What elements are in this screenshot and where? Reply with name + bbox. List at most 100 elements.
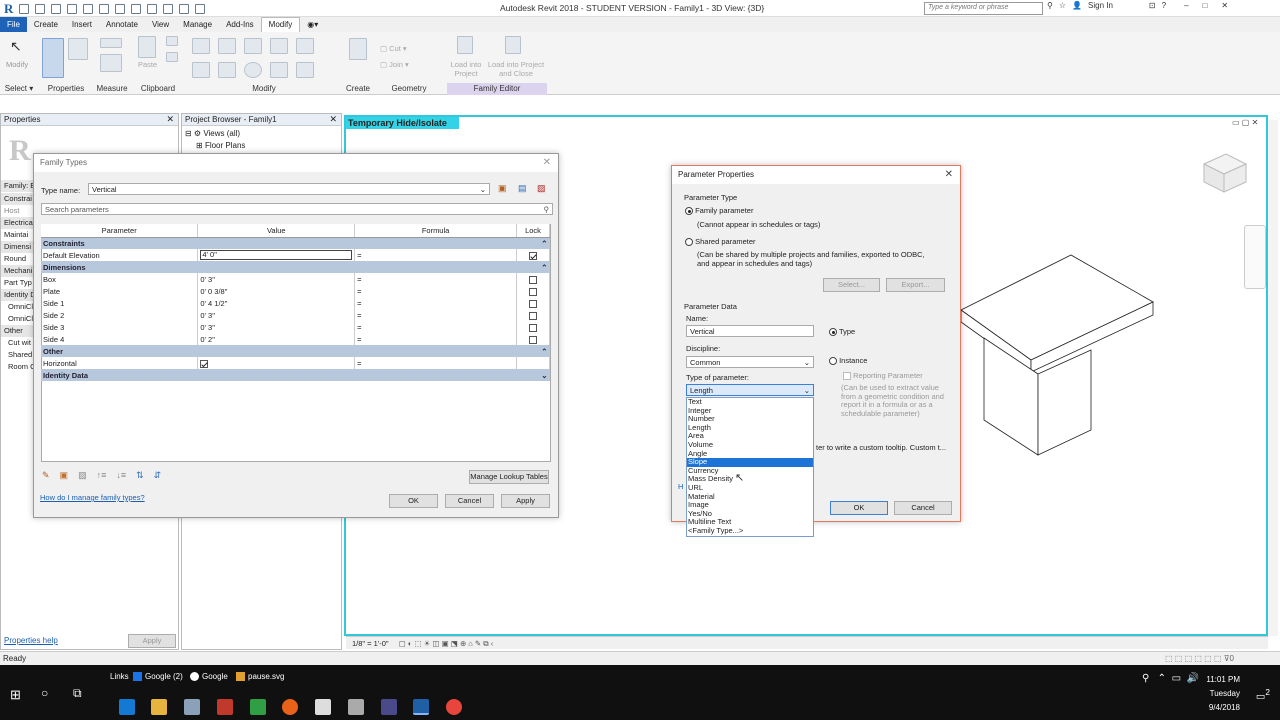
revit-taskbar-icon[interactable]	[413, 699, 429, 715]
lock-checkbox[interactable]	[528, 299, 537, 308]
tab-create[interactable]: Create	[27, 20, 65, 29]
create-similar-icon[interactable]	[349, 38, 367, 60]
family-parameter-radio[interactable]: Family parameter	[685, 206, 753, 216]
reporting-parameter-checkbox[interactable]: Reporting Parameter	[843, 371, 923, 381]
properties-icon[interactable]	[42, 38, 64, 78]
rotate-icon[interactable]	[244, 62, 262, 78]
parameter-properties-close-icon[interactable]: ✕	[945, 169, 953, 180]
lock-checkbox[interactable]	[528, 335, 537, 344]
discipline-select[interactable]: Common ⌄	[686, 356, 814, 368]
taskbar-pause-svg[interactable]: pause.svg	[236, 665, 284, 687]
section-icon[interactable]	[163, 3, 174, 14]
undo-icon[interactable]	[51, 3, 62, 14]
view-control-icons[interactable]: ▢ ◐ ⬚ ☀ ◫ ▣ ⬔ ⊕ ⌂ ✎ ⧉ ‹	[399, 639, 494, 648]
mirror-axis-icon[interactable]	[270, 38, 288, 54]
align-icon[interactable]	[192, 38, 210, 54]
select-group-label[interactable]: Select ▾	[0, 84, 38, 93]
drive-icon[interactable]	[250, 699, 266, 715]
navigation-bar[interactable]	[1244, 225, 1266, 289]
copy-icon[interactable]	[166, 52, 178, 62]
tab-manage[interactable]: Manage	[176, 20, 219, 29]
tree-item-floor-plans[interactable]: ⊞ Floor Plans	[196, 141, 245, 150]
col-formula[interactable]: Formula	[354, 224, 517, 238]
explorer-icon[interactable]	[151, 699, 167, 715]
paste-icon[interactable]	[138, 36, 156, 58]
group-row-identity-data[interactable]: Identity Data ⌄	[41, 369, 550, 381]
tab-add-ins[interactable]: Add-Ins	[219, 20, 261, 29]
star-icon[interactable]: ☆	[1059, 1, 1066, 10]
tree-item-views[interactable]: ⊟ ⚙ Views (all)	[185, 129, 240, 138]
project-browser-close-icon[interactable]: ✕	[329, 114, 337, 125]
notifications-icon[interactable]: ▭2	[1256, 687, 1270, 702]
start-icon[interactable]: ⊞	[10, 687, 21, 703]
edit-parameter-icon[interactable]: ✎	[42, 470, 50, 481]
select-button[interactable]: Select...	[823, 278, 880, 292]
tab-insert[interactable]: Insert	[65, 20, 99, 29]
clock[interactable]: 11:01 PM Tuesday 9/4/2018	[1206, 673, 1240, 715]
cart-icon[interactable]: ⊡	[1149, 1, 1156, 10]
instance-radio[interactable]: Instance	[829, 356, 867, 366]
col-value[interactable]: Value	[197, 224, 356, 238]
move-up-icon[interactable]: ↑≡	[97, 470, 107, 481]
tab-options-icon[interactable]: ◉▾	[300, 20, 325, 29]
store-icon[interactable]	[184, 699, 200, 715]
taskbar-google-2[interactable]: Google (2)	[133, 665, 183, 687]
mail-icon[interactable]	[315, 699, 331, 715]
tab-annotate[interactable]: Annotate	[99, 20, 145, 29]
option-mass-density[interactable]: Mass Density	[687, 475, 813, 484]
view-window-controls[interactable]: ▭ ▢ ✕	[1232, 118, 1258, 127]
measure-icon[interactable]	[100, 38, 122, 48]
tab-modify[interactable]: Modify	[260, 17, 301, 32]
minimize-icon[interactable]: –	[1184, 1, 1188, 10]
type-name-select[interactable]: Vertical ⌄	[88, 183, 490, 195]
manage-lookup-tables-button[interactable]: Manage Lookup Tables	[469, 470, 549, 484]
type-properties-icon[interactable]	[68, 38, 88, 60]
shared-parameter-radio[interactable]: Shared parameter	[685, 237, 756, 247]
thin-lines-icon[interactable]	[179, 3, 190, 14]
sort-descending-icon[interactable]: ⇵	[154, 470, 162, 481]
redo-icon[interactable]	[67, 3, 78, 14]
move-icon[interactable]	[192, 62, 210, 78]
text-icon[interactable]	[131, 3, 142, 14]
binoculars-icon[interactable]: ⚲	[1047, 1, 1053, 10]
cortana-icon[interactable]: ○	[41, 686, 48, 700]
align-dim-icon[interactable]	[100, 54, 122, 72]
help-link-partial[interactable]: H	[678, 482, 683, 491]
mirror-icon[interactable]	[244, 38, 262, 54]
load-close-icon[interactable]	[505, 36, 521, 54]
parameter-cancel-button[interactable]: Cancel	[894, 501, 952, 515]
help-icon[interactable]: ?	[1162, 1, 1166, 10]
vertical-scrollbar[interactable]	[1268, 120, 1278, 636]
horizontal-value-checkbox[interactable]	[197, 357, 356, 369]
param-value-cell[interactable]: 4' 0"	[197, 249, 356, 261]
t-app-icon[interactable]	[217, 699, 233, 715]
new-type-icon[interactable]: ▣	[498, 183, 507, 194]
name-input[interactable]: Vertical	[686, 325, 814, 337]
family-types-ok-button[interactable]: OK	[389, 494, 438, 508]
delete-parameter-icon[interactable]: ▨	[78, 470, 87, 481]
family-types-cancel-button[interactable]: Cancel	[445, 494, 494, 508]
cut-clip-icon[interactable]	[166, 36, 178, 46]
parameter-ok-button[interactable]: OK	[830, 501, 888, 515]
measure-icon[interactable]	[99, 3, 110, 14]
dimension-icon[interactable]	[115, 3, 126, 14]
array-icon[interactable]	[296, 62, 314, 78]
print-icon[interactable]	[83, 3, 94, 14]
col-parameter[interactable]: Parameter	[41, 224, 199, 238]
properties-help-link[interactable]: Properties help	[4, 636, 58, 645]
modify-cursor-icon[interactable]: ↖	[10, 38, 28, 56]
new-parameter-icon[interactable]: ▣	[60, 470, 69, 481]
offset-icon[interactable]	[218, 38, 236, 54]
family-types-close-icon[interactable]: ✕	[543, 157, 551, 168]
load-into-project-icon[interactable]	[457, 36, 473, 54]
join-geometry-label[interactable]: ▢ Join ▾	[380, 60, 409, 69]
close-icon[interactable]: ✕	[1221, 1, 1228, 10]
properties-apply-button[interactable]: Apply	[128, 634, 176, 648]
delete-type-icon[interactable]: ▨	[537, 183, 546, 194]
move-down-icon[interactable]: ↓≡	[116, 470, 126, 481]
edge-icon[interactable]	[119, 699, 135, 715]
param-lock[interactable]	[516, 249, 551, 261]
export-button[interactable]: Export...	[886, 278, 945, 292]
3d-view-icon[interactable]	[147, 3, 158, 14]
lock-checkbox[interactable]	[528, 311, 537, 320]
